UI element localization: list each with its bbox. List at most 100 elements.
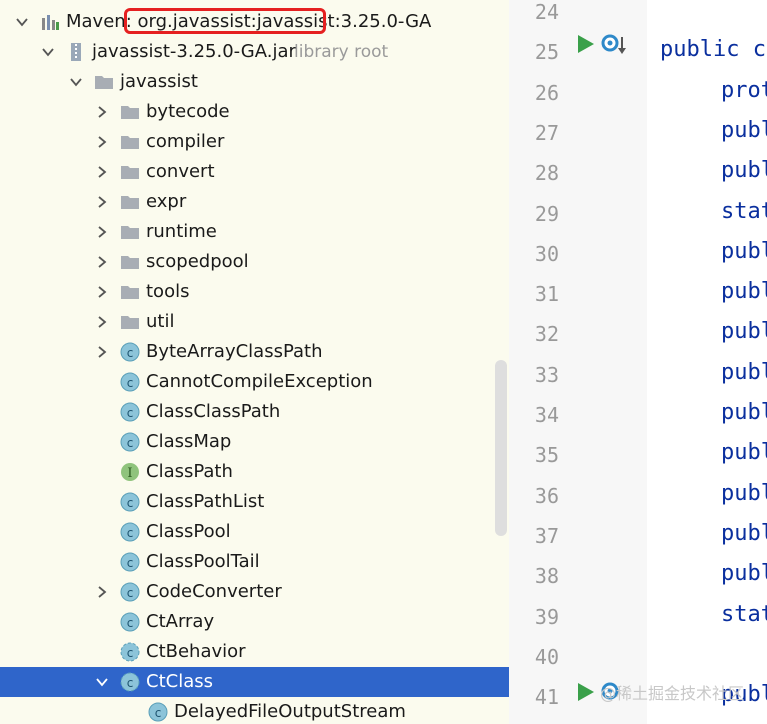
tree-row-label: ByteArrayClassPath	[146, 341, 323, 362]
class-icon: c	[120, 372, 140, 392]
code-line[interactable]: public c	[660, 37, 766, 62]
code-line[interactable]: publ	[721, 279, 767, 304]
highlight-box	[124, 8, 326, 34]
tree-row[interactable]: c ClassPool	[0, 517, 509, 547]
chevron-down-icon[interactable]	[70, 67, 82, 97]
class-icon: c	[120, 432, 140, 452]
tree-row-label: runtime	[146, 221, 217, 242]
tree-row-label: expr	[146, 191, 187, 212]
code-line[interactable]: publ	[721, 400, 767, 425]
code-line[interactable]: publ	[721, 239, 767, 264]
chevron-down-icon[interactable]	[16, 7, 28, 37]
code-line[interactable]: prot	[721, 78, 767, 103]
chevron-right-icon[interactable]	[96, 277, 108, 307]
svg-text:c: c	[127, 406, 134, 420]
tree-row[interactable]: c CannotCompileException	[0, 367, 509, 397]
tree-row[interactable]: javassist	[0, 67, 509, 97]
chevron-right-icon[interactable]	[96, 217, 108, 247]
code-line[interactable]: publ	[721, 481, 767, 506]
run-icon[interactable]	[577, 682, 595, 702]
chevron-right-icon[interactable]	[96, 247, 108, 277]
jar-icon	[66, 42, 86, 62]
chevron-right-icon[interactable]	[96, 97, 108, 127]
code-line[interactable]: publ	[721, 319, 767, 344]
override-icon[interactable]	[601, 34, 629, 56]
run-icon[interactable]	[577, 34, 595, 54]
line-number: 41	[534, 685, 559, 710]
tree-row-label: util	[146, 311, 175, 332]
tree-row[interactable]: c DelayedFileOutputStream	[0, 697, 509, 724]
tree-row[interactable]: convert	[0, 157, 509, 187]
svg-text:I: I	[127, 466, 132, 481]
code-line[interactable]: publ	[721, 561, 767, 586]
line-number: 27	[534, 120, 559, 145]
tree-row[interactable]: compiler	[0, 127, 509, 157]
code-line[interactable]: publ	[721, 521, 767, 546]
tree-row[interactable]: c ClassClassPath	[0, 397, 509, 427]
code-line[interactable]: publ	[721, 440, 767, 465]
folder-icon	[120, 282, 140, 302]
tree-row[interactable]: c ClassPoolTail	[0, 547, 509, 577]
tree-row[interactable]: util	[0, 307, 509, 337]
tree-row[interactable]: c ByteArrayClassPath	[0, 337, 509, 367]
chevron-right-icon[interactable]	[96, 187, 108, 217]
folder-icon	[120, 222, 140, 242]
svg-text:c: c	[127, 616, 134, 630]
class-icon: c	[120, 342, 140, 362]
tree-row-label: CtClass	[146, 671, 213, 692]
line-number: 40	[534, 644, 559, 669]
svg-text:c: c	[127, 436, 134, 450]
code-line[interactable]: publ	[721, 360, 767, 385]
tree-row-label: ClassPoolTail	[146, 551, 260, 572]
watermark: @稀土掘金技术社区	[600, 684, 745, 703]
class-icon: c	[120, 552, 140, 572]
tree-row-label: ClassPathList	[146, 491, 265, 512]
tree-row-label: javassist	[120, 71, 198, 92]
line-number: 30	[534, 241, 559, 266]
line-number: 37	[534, 523, 559, 548]
folder-icon	[94, 72, 114, 92]
tree-row[interactable]: javassist-3.25.0-GA.jar library root	[0, 37, 509, 67]
chevron-right-icon[interactable]	[96, 337, 108, 367]
chevron-right-icon[interactable]	[96, 127, 108, 157]
tree-scrollbar[interactable]	[495, 360, 507, 536]
tree-row-label: bytecode	[146, 101, 230, 122]
code-editor[interactable]: 24 25 public c 26 prot 27 publ 28 publ 29 stat 30 pu…	[509, 0, 767, 724]
class-icon: c	[120, 402, 140, 422]
project-tree-panel[interactable]: Maven: org.javassist:javassist:3.25.0-GA…	[0, 0, 510, 724]
tree-row[interactable]: c CtClass	[0, 667, 509, 697]
class-icon: c	[120, 492, 140, 512]
tree-row-label: tools	[146, 281, 190, 302]
line-number: 28	[534, 161, 559, 186]
folder-icon	[120, 132, 140, 152]
tree-row[interactable]: c CtArray	[0, 607, 509, 637]
tree-row[interactable]: scopedpool	[0, 247, 509, 277]
chevron-right-icon[interactable]	[96, 577, 108, 607]
tree-row[interactable]: c CtBehavior	[0, 637, 509, 667]
svg-text:c: c	[127, 346, 134, 360]
tree-row[interactable]: c ClassMap	[0, 427, 509, 457]
folder-icon	[120, 312, 140, 332]
code-line[interactable]: publ	[721, 118, 767, 143]
tree-row[interactable]: tools	[0, 277, 509, 307]
chevron-down-icon[interactable]	[42, 37, 54, 67]
tree-row[interactable]: bytecode	[0, 97, 509, 127]
chevron-right-icon[interactable]	[96, 157, 108, 187]
chevron-down-icon[interactable]	[96, 667, 108, 697]
code-line[interactable]: stat	[721, 199, 767, 224]
folder-icon	[120, 102, 140, 122]
svg-text:c: c	[127, 676, 134, 690]
tree-row[interactable]: c CodeConverter	[0, 577, 509, 607]
tree-row[interactable]: runtime	[0, 217, 509, 247]
tree-row[interactable]: c ClassPathList	[0, 487, 509, 517]
abstract-class-icon: c	[120, 642, 140, 662]
tree-row[interactable]: I ClassPath	[0, 457, 509, 487]
folder-icon	[120, 192, 140, 212]
tree-row-label: ClassPool	[146, 521, 231, 542]
class-icon: c	[120, 522, 140, 542]
chevron-right-icon[interactable]	[96, 307, 108, 337]
tree-row-label: javassist-3.25.0-GA.jar	[92, 41, 296, 62]
tree-row[interactable]: expr	[0, 187, 509, 217]
code-line[interactable]: publ	[721, 158, 767, 183]
code-line[interactable]: stat	[721, 602, 767, 627]
